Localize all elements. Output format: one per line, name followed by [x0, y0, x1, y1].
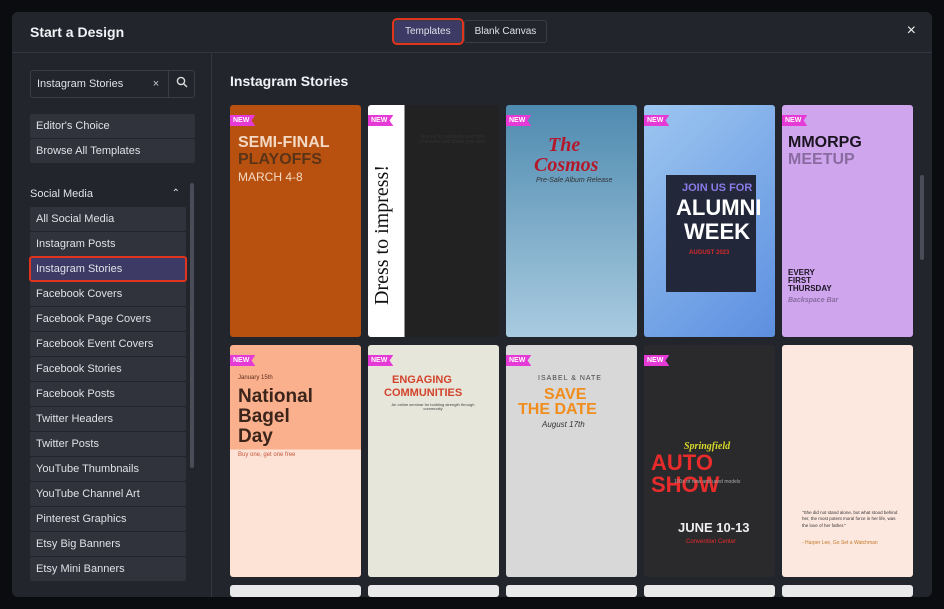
card-text: ENGAGING: [392, 374, 452, 386]
card-text: Dress to impress!: [371, 165, 393, 305]
sidebar-item-all-social-media[interactable]: All Social Media: [30, 207, 186, 231]
search-icon[interactable]: [168, 71, 194, 97]
sidebar-item-etsy-big-banners[interactable]: Etsy Big Banners: [30, 532, 186, 556]
new-badge: NEW: [782, 115, 808, 126]
card-text: AUGUST 2023: [689, 250, 730, 256]
gallery-title: Instagram Stories: [230, 73, 349, 89]
sidebar-item-pinterest-graphics[interactable]: Pinterest Graphics: [30, 507, 186, 531]
new-badge: NEW: [506, 355, 532, 366]
template-card-national-bagel-day[interactable]: January 15th National Bagel Day Buy one, get…: [230, 345, 361, 577]
template-card-engaging-communities[interactable]: ENGAGING COMMUNITIES An online seminar for…: [368, 345, 499, 577]
card-text: EVERY FIRST THURSDAY: [788, 268, 832, 293]
new-badge: NEW: [230, 355, 256, 366]
template-card-quote-father[interactable]: "She did not stand alone, but what stood…: [782, 345, 913, 577]
card-text: January 15th: [238, 375, 273, 381]
template-card-save-the-date[interactable]: ISABEL & NATE SAVE THE DATE August 17th NEW: [506, 345, 637, 577]
chevron-up-icon: ⌃: [171, 188, 180, 199]
card-text: National: [238, 386, 313, 407]
card-text: MEETUP: [788, 151, 855, 168]
template-card-dress-to-impress[interactable]: Dress to impress! Join us for cocktails a…: [368, 105, 499, 337]
card-text: - Harper Lee, Go Set a Watchman: [802, 540, 878, 546]
new-badge: NEW: [506, 115, 532, 126]
gallery-scrollbar[interactable]: [920, 175, 924, 260]
close-icon[interactable]: ×: [907, 22, 916, 40]
sidebar-item-twitter-posts[interactable]: Twitter Posts: [30, 432, 186, 456]
card-text: ALUMNI: [676, 195, 762, 220]
card-text: PLAYOFFS: [238, 151, 322, 168]
browse-all-templates-button[interactable]: Browse All Templates: [30, 139, 195, 163]
card-text: Day: [238, 426, 273, 447]
card-text: JOIN US FOR: [682, 182, 753, 194]
sidebar-item-youtube-thumbnails[interactable]: YouTube Thumbnails: [30, 457, 186, 481]
new-badge: NEW: [368, 115, 394, 126]
sidebar-item-youtube-channel-art[interactable]: YouTube Channel Art: [30, 482, 186, 506]
template-card-mmorpg-meetup[interactable]: MMORPG MEETUP EVERY FIRST THURSDAY Backspac…: [782, 105, 913, 337]
sidebar-scrollbar[interactable]: [190, 183, 194, 468]
template-card-partial[interactable]: [230, 585, 361, 597]
template-card-alumni-week[interactable]: JOIN US FOR ALUMNI WEEK AUGUST 2023 NEW: [644, 105, 775, 337]
card-text: MARCH 4-8: [238, 170, 303, 184]
card-text: Convention Center: [686, 539, 737, 545]
sidebar: × Editor's Choice Browse All Templates S…: [12, 53, 212, 597]
new-badge: NEW: [644, 355, 670, 366]
card-text: An online seminar for building strength …: [391, 402, 475, 411]
card-text: Cosmos: [534, 154, 599, 176]
sidebar-item-instagram-posts[interactable]: Instagram Posts: [30, 232, 186, 256]
card-text: MMORPG: [788, 134, 862, 151]
new-badge: NEW: [230, 115, 256, 126]
new-badge: NEW: [644, 115, 670, 126]
section-label: Social Media: [30, 188, 93, 200]
template-card-partial[interactable]: [782, 585, 913, 597]
tab-blank-canvas[interactable]: Blank Canvas: [463, 20, 548, 43]
modal-title: Start a Design: [30, 24, 125, 40]
template-card-the-cosmos[interactable]: The Cosmos Pre-Sale Album Release NEW: [506, 105, 637, 337]
sidebar-item-facebook-stories[interactable]: Facebook Stories: [30, 357, 186, 381]
template-card-partial[interactable]: [368, 585, 499, 597]
start-design-modal: Start a Design Templates Blank Canvas × …: [12, 12, 932, 597]
card-text: AUTO SHOW: [651, 450, 720, 497]
card-text: Bagel: [238, 406, 290, 427]
search-input[interactable]: [31, 71, 144, 97]
card-text: Buy one, get one free: [238, 452, 296, 458]
clear-icon[interactable]: ×: [144, 71, 168, 97]
sidebar-item-facebook-page-covers[interactable]: Facebook Page Covers: [30, 307, 186, 331]
card-text: COMMUNITIES: [384, 387, 463, 399]
modal-header: Start a Design Templates Blank Canvas ×: [12, 12, 932, 53]
sidebar-item-facebook-event-covers[interactable]: Facebook Event Covers: [30, 332, 186, 356]
sidebar-item-etsy-mini-banners[interactable]: Etsy Mini Banners: [30, 557, 186, 581]
card-text: Pre-Sale Album Release: [536, 177, 613, 184]
new-badge: NEW: [368, 355, 394, 366]
template-card-partial[interactable]: [506, 585, 637, 597]
card-text: The: [548, 134, 581, 156]
sidebar-item-twitter-headers[interactable]: Twitter Headers: [30, 407, 186, 431]
card-text: 100s of new and used models: [674, 479, 741, 485]
card-text: THE DATE: [518, 401, 597, 418]
card-text: WEEK: [684, 219, 750, 244]
sidebar-item-facebook-covers[interactable]: Facebook Covers: [30, 282, 186, 306]
tab-templates[interactable]: Templates: [392, 18, 464, 45]
card-text: SEMI-FINAL: [238, 134, 330, 151]
card-text: Join us for cocktails and hors d'oeuvres…: [419, 134, 486, 145]
card-text: "She did not stand alone, but what stood…: [802, 510, 898, 528]
template-card-auto-show[interactable]: Springfield AUTO SHOW 100s of new and used…: [644, 345, 775, 577]
editors-choice-button[interactable]: Editor's Choice: [30, 114, 195, 138]
template-card-partial[interactable]: [644, 585, 775, 597]
card-text: ISABEL & NATE: [538, 375, 602, 382]
sidebar-item-facebook-posts[interactable]: Facebook Posts: [30, 382, 186, 406]
template-card-semi-final-playoffs[interactable]: SEMI-FINAL PLAYOFFS MARCH 4-8 NEW: [230, 105, 361, 337]
mode-tabs: Templates Blank Canvas: [392, 18, 548, 45]
category-list: All Social Media Instagram Posts Instagram…: [29, 207, 187, 582]
search-box: ×: [30, 70, 195, 98]
sidebar-item-instagram-stories[interactable]: Instagram Stories: [29, 256, 187, 282]
card-text: JUNE 10-13: [678, 520, 750, 535]
card-text: August 17th: [542, 420, 585, 429]
section-social-media[interactable]: Social Media ⌃: [30, 188, 180, 200]
template-gallery: Instagram Stories SEMI-FINAL PLAYOFFS MARC…: [212, 53, 932, 597]
card-text: Backspace Bar: [788, 297, 839, 304]
